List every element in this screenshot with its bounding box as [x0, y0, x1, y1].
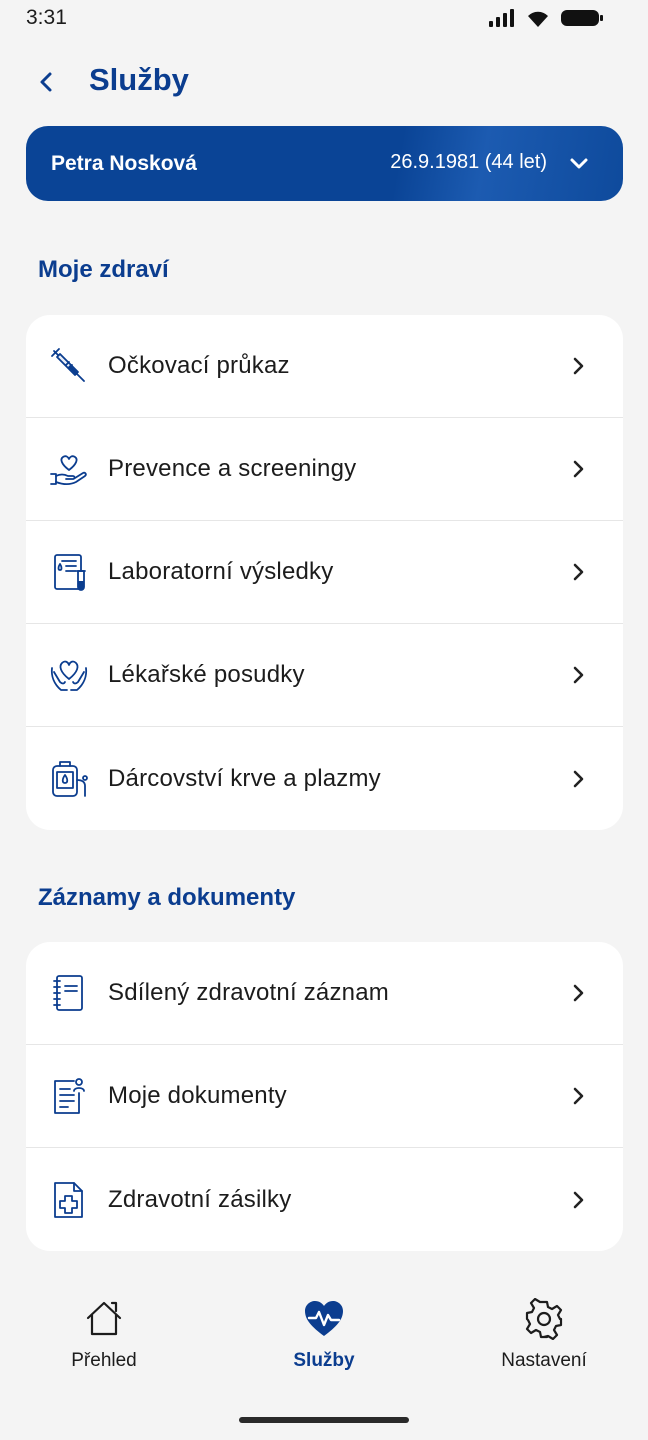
list-item-lab-results[interactable]: Laboratorní výsledky: [26, 521, 623, 624]
nav-label: Přehled: [71, 1350, 137, 1371]
chevron-right-icon: [573, 770, 584, 787]
nav-item-overview[interactable]: Přehled: [24, 1290, 184, 1372]
list-item-label: Zdravotní zásilky: [108, 1185, 292, 1213]
list-item-label: Sdílený zdravotní záznam: [108, 979, 389, 1006]
section-title-zaznamy: Záznamy a dokumenty: [38, 884, 296, 911]
patient-name: Petra Nosková: [51, 152, 197, 175]
heart-hand-icon: [50, 455, 87, 486]
notebook-icon: [53, 975, 83, 1011]
back-button[interactable]: [30, 64, 62, 100]
nav-label: Služby: [293, 1350, 355, 1371]
chevron-right-icon: [573, 1087, 584, 1105]
heart-pulse-icon: [305, 1301, 343, 1336]
chevron-down-icon: [570, 158, 588, 169]
person-document-icon: [54, 1078, 85, 1114]
heart-hands-icon: [50, 660, 88, 691]
lab-report-icon: [54, 554, 86, 591]
nav-label: Nastavení: [501, 1350, 587, 1371]
top-app-bar: Služby: [0, 56, 648, 108]
blood-bag-icon: [52, 760, 88, 797]
chevron-right-icon: [573, 563, 584, 581]
patient-birthdate: 26.9.1981 (44 let): [390, 151, 547, 173]
list-item-blood-donation[interactable]: Dárcovství krve a plazmy: [26, 727, 623, 830]
section-title-moje-zdravi: Moje zdraví: [38, 256, 169, 283]
list-item-my-documents[interactable]: Moje dokumenty: [26, 1045, 623, 1148]
list-item-vaccination[interactable]: Očkovací průkaz: [26, 315, 623, 418]
chevron-right-icon: [573, 666, 584, 684]
home-icon: [86, 1301, 122, 1336]
status-bar: 3:31: [0, 0, 648, 40]
list-item-prevention[interactable]: Prevence a screeningy: [26, 418, 623, 521]
medical-document-icon: [54, 1181, 83, 1218]
wifi-icon: [528, 11, 548, 27]
status-icons: [488, 8, 604, 28]
gear-icon: [525, 1298, 563, 1340]
list-item-shared-record[interactable]: Sdílený zdravotní záznam: [26, 942, 623, 1045]
chevron-right-icon: [573, 1191, 584, 1208]
list-item-label: Očkovací průkaz: [108, 352, 290, 379]
list-item-label: Laboratorní výsledky: [108, 558, 334, 585]
patient-selector[interactable]: Petra Nosková 26.9.1981 (44 let): [26, 126, 623, 201]
syringe-icon: [51, 348, 85, 382]
chevron-right-icon: [573, 357, 584, 375]
chevron-right-icon: [573, 460, 584, 478]
signal-icon: [489, 9, 514, 27]
records-card: Sdílený zdravotní záznam Moje dokumenty: [26, 942, 623, 1251]
nav-item-settings[interactable]: Nastavení: [464, 1290, 624, 1372]
page-title: Služby: [89, 62, 189, 97]
status-time: 3:31: [26, 6, 67, 29]
home-indicator: [239, 1417, 409, 1423]
list-item-label: Lékařské posudky: [108, 661, 305, 688]
battery-icon: [561, 10, 603, 26]
bottom-navigation: Přehled Služby Nastavení: [0, 1290, 648, 1390]
nav-item-services[interactable]: Služby: [244, 1290, 404, 1372]
list-item-label: Prevence a screeningy: [108, 455, 357, 482]
chevron-left-icon: [40, 72, 52, 92]
list-item-medical-reports[interactable]: Lékařské posudky: [26, 624, 623, 727]
chevron-right-icon: [573, 984, 584, 1002]
list-item-health-shipments[interactable]: Zdravotní zásilky: [26, 1148, 623, 1251]
list-item-label: Moje dokumenty: [108, 1082, 287, 1109]
health-services-card: Očkovací průkaz Prevence a screeningy La…: [26, 315, 623, 830]
list-item-label: Dárcovství krve a plazmy: [108, 764, 381, 792]
